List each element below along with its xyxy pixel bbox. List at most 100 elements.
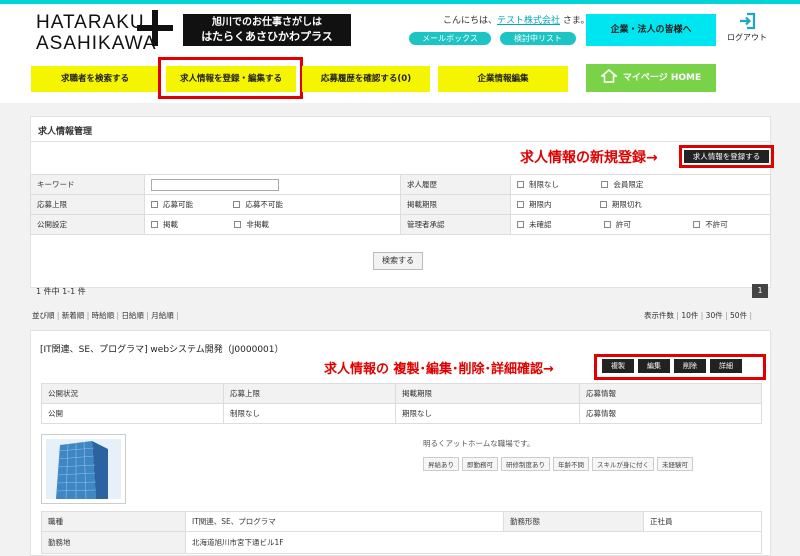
logo-plus-icon [137,10,173,46]
status-value-limit: 制限なし [223,403,396,424]
detail-label-employment: 勤務形態 [503,511,644,532]
tag: 年齢不問 [553,457,589,471]
per-page-10[interactable]: 10件 [681,311,698,320]
checkbox[interactable] [517,221,524,228]
nav-applications[interactable]: 応募履歴を確認する(0) [302,66,430,92]
job-title[interactable]: [IT関連、SE、プログラマ] webシステム開発（J0000001） [40,342,284,355]
job-tags: 昇給あり 即勤務可 研修制度あり 年齢不問 スキルが身に付く 未経験可 [423,457,696,471]
checkbox[interactable] [601,181,609,188]
greeting-prefix: こんにちは、 [443,16,498,26]
detail-button[interactable]: 詳細 [710,359,742,373]
admin-opt-unconfirmed[interactable]: 未確認 [517,219,552,230]
detail-value-employment: 正社員 [643,511,762,532]
history-label: 求人履歴 [400,174,511,195]
logout-button[interactable]: ログアウト [722,12,772,46]
public-label: 公開設定 [30,214,145,235]
mailbox-button[interactable]: メールボックス [409,32,491,45]
panel-title: 求人情報管理 [38,127,93,137]
per-page-50[interactable]: 50件 [730,311,747,320]
tag: 即勤務可 [462,457,498,471]
logo-tagline-line2: はたらくあさひかわプラス [201,30,333,43]
result-count: 1 件中 1-1 件 [36,287,86,296]
admin-opt-allowed[interactable]: 許可 [603,219,631,230]
period-opt-within[interactable]: 期限内 [517,199,552,210]
apply-opt-impossible[interactable]: 応募不可能 [233,199,283,210]
duplicate-button[interactable]: 複製 [602,359,634,373]
logout-icon [740,12,756,30]
logo-tagline-box: 旭川でのお仕事さがしは はたらくあさひかわプラス [183,14,351,46]
checkbox[interactable] [234,221,242,228]
detail-value-location: 北海道旭川市宮下通ビル1F [185,531,762,554]
job-description: 明るくアットホームな職場です。 [423,439,535,448]
checkbox[interactable] [233,201,241,208]
company-link[interactable]: テスト株式会社 [497,16,560,26]
panel-divider [30,141,771,142]
edit-button[interactable]: 編集 [638,359,670,373]
admin-opt-denied[interactable]: 不許可 [693,219,728,230]
tag: 未経験可 [657,457,693,471]
sort-monthly[interactable]: 月給順 [151,311,174,320]
checkbox[interactable] [517,181,524,188]
status-value-public: 公開 [41,403,224,424]
nav-company-edit[interactable]: 企業情報編集 [438,66,568,92]
search-button[interactable]: 検索する [373,252,423,270]
building-image [46,439,121,500]
tag: 研修制度あり [501,457,550,471]
apply-opt-possible[interactable]: 応募可能 [151,199,193,210]
history-opt-members[interactable]: 会員限定 [601,179,643,190]
checkbox[interactable] [151,221,158,228]
per-page-bar: 表示件数 | 10件 | 30件 | 50件 | [644,311,752,320]
checkbox[interactable] [693,221,701,228]
page-1[interactable]: 1 [752,284,768,298]
public-opt-unlisted[interactable]: 非掲載 [234,219,269,230]
period-opt-expired[interactable]: 期限切れ [599,199,642,210]
detail-value-category: IT関連、SE、プログラマ [185,511,504,532]
nav-register-jobs[interactable]: 求人情報を登録・編集する [166,66,296,92]
delete-button[interactable]: 削除 [674,359,706,373]
greeting: こんにちは、テスト株式会社 さま。 [443,13,590,26]
keyword-input[interactable] [151,178,279,191]
nav-search-seekers[interactable]: 求職者を検索する [31,66,159,92]
checkbox[interactable] [151,201,158,208]
status-header-apply: 応募情報 [579,383,762,404]
sort-label: 並び順 [32,311,55,320]
checkbox[interactable] [599,201,607,208]
home-icon [599,68,619,83]
history-opt-unlimited[interactable]: 制限なし [517,179,559,190]
keyword-label: キーワード [30,174,145,195]
tag: 昇給あり [423,457,459,471]
period-label: 掲載期限 [400,194,511,215]
status-value-apply[interactable]: 応募情報 [579,403,762,424]
annotation-actions: 求人情報の 複製･編集･削除･詳細確認→ [324,362,554,377]
job-detail-table: 職種 IT関連、SE、プログラマ 勤務形態 正社員 勤務地 北海道旭川市宮下通ビ… [41,511,762,554]
corporate-button[interactable]: 企業・法人の皆様へ [586,14,716,46]
job-status-table: 公開状況 応募上限 掲載期限 応募情報 公開 制限なし 期限なし 応募情報 [41,383,762,424]
apply-limit-label: 応募上限 [30,194,145,215]
filter-table: キーワード 求人履歴 制限なし 会員限定 応募上限 応募可能 応募不可能 掲載期… [30,174,771,235]
checkbox[interactable] [517,201,524,208]
logout-label: ログアウト [727,33,767,42]
per-page-label: 表示件数 [644,311,674,320]
watchlist-button[interactable]: 検討中リスト [500,32,576,45]
register-job-button[interactable]: 求人情報を登録する [684,150,769,163]
sort-bar: 並び順 | 新着順 | 時給順 | 日給順 | 月給順 | [32,311,179,320]
mypage-label: マイページ HOME [622,73,702,83]
status-header-public: 公開状況 [41,383,224,404]
sort-newest[interactable]: 新着順 [62,311,85,320]
public-opt-listed[interactable]: 掲載 [151,219,178,230]
top-accent-bar [0,0,800,4]
annotation-register: 求人情報の新規登録→ [520,150,658,166]
checkbox[interactable] [603,221,611,228]
status-header-period: 掲載期限 [395,383,580,404]
logo-tagline-line1: 旭川でのお仕事さがしは [212,17,322,28]
detail-label-category: 職種 [41,511,186,532]
nav-mypage-home[interactable]: マイページ HOME [586,64,716,92]
sort-hourly[interactable]: 時給順 [92,311,115,320]
status-value-period: 期限なし [395,403,580,424]
sort-daily[interactable]: 日給順 [121,311,144,320]
register-highlight-box: 求人情報を登録する [679,145,774,168]
per-page-30[interactable]: 30件 [706,311,723,320]
detail-label-location: 勤務地 [41,531,186,554]
actions-highlight-box: 複製 編集 削除 詳細 [594,354,766,380]
admin-label: 管理者承認 [400,214,511,235]
